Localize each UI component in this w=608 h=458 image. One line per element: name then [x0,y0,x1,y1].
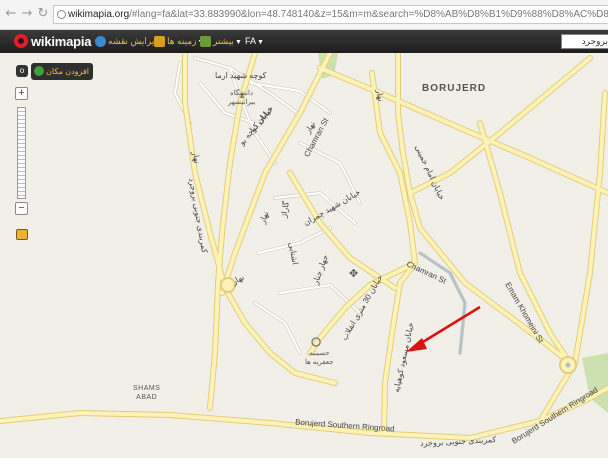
url-bar[interactable]: wikimapia.org/#lang=fa&lat=33.883990&lon… [53,5,608,24]
place-label: حسینیه جعفریه ها [305,350,334,366]
edit-map-label: ویرایش نقشه [108,36,159,46]
district-label: SHAMS ABAD [133,385,161,401]
map-icon [200,36,211,48]
url-path: /#lang=fa&lat=33.883990&lon=48.748140&z=… [129,9,608,20]
road-network [0,53,608,441]
add-place-button[interactable]: افزودن مکان [31,63,93,80]
layers-toggle-button[interactable] [16,229,28,240]
street-label: نهار [374,88,386,103]
chevron-down-icon: ▼ [257,39,264,46]
reload-icon[interactable]: ↻ [36,7,50,21]
browser-bar: ← → ↻ wikimapia.org/#lang=fa&lat=33.8839… [0,0,608,30]
chevron-down-icon: ▼ [234,39,242,46]
wikimapia-toolbar: wikimapia ویرایش نقشه▼ زمینه ها▼ بیشتر▼ … [0,30,608,53]
zoom-out-button[interactable]: − [15,202,28,215]
zoom-control: + − [15,87,28,215]
more-label: بیشتر [213,36,234,46]
more-menu[interactable]: بیشتر▼ [200,35,242,48]
layers-label: زمینه ها [167,36,197,46]
park-area [582,353,608,413]
main-roads [0,53,608,441]
street-label: کوچه شهید ارما [215,71,267,80]
logo-text: wikimapia [31,34,92,49]
red-arrow-annotation [406,305,481,352]
zoom-slider[interactable] [17,107,26,199]
language-label: FA [245,36,257,46]
city-label: BORUJERD [422,83,487,94]
globe-edit-icon [95,36,106,48]
url-domain: wikimapia.org [68,9,130,20]
add-place-label: افزودن مکان [46,67,89,76]
globe-icon [57,10,66,19]
layers-icon [154,36,165,48]
search-input[interactable]: بروجرد [561,34,608,49]
place-label: دانشگاه بیرانیشهر [228,90,256,106]
info-button[interactable]: o [16,65,28,77]
map-canvas[interactable]: BORUJERD SHAMS ABAD Chamran St Chamran S… [0,53,608,458]
language-menu[interactable]: FA▼ [245,35,264,48]
crosshair-icon: ✥ [349,268,359,280]
back-arrow-icon[interactable]: ← [4,7,18,21]
layers-menu[interactable]: زمینه ها▼ [154,35,204,48]
roundabout-center [565,362,571,368]
forward-arrow-icon[interactable]: → [20,7,34,21]
zoom-in-button[interactable]: + [15,87,28,100]
add-place-icon [34,66,44,76]
wikimapia-logo-icon [14,34,28,48]
